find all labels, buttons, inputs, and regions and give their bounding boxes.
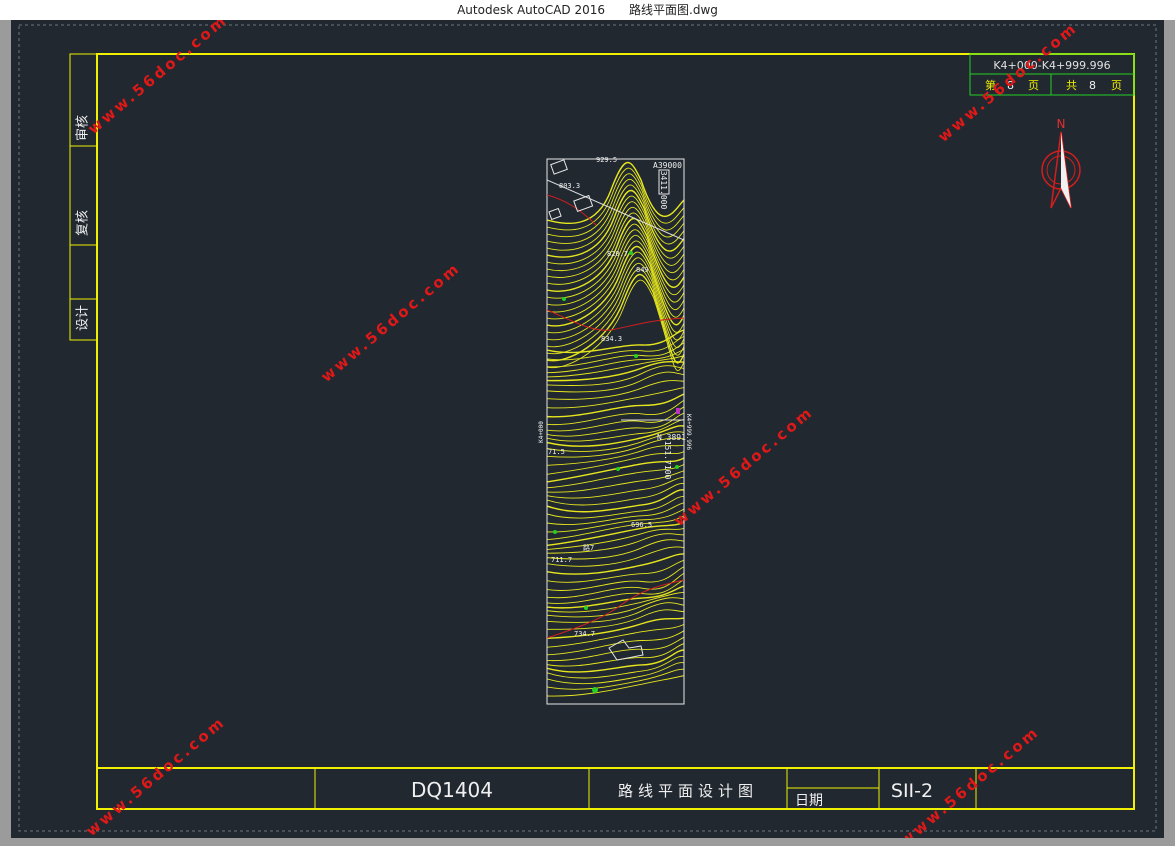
design-label: 设计 [76,305,91,331]
elevation-label: 849 [636,266,649,274]
elevation-label: 734.7 [574,630,595,638]
elevation-label: 71.5 [548,448,565,456]
date-label: 日期 [795,793,823,809]
point-label: 路7 [583,543,594,552]
elevation-label: 711.7 [551,556,572,564]
drawing-title: 路线平面设计图 [618,782,758,800]
contour-map [547,162,684,697]
station-start-label: K4+000 [538,421,545,443]
drawing-viewport[interactable]: 审核 复核 设计 K4+000-K4+999.996 第 8 页 共 8 页 N… [11,20,1164,838]
window-title: Autodesk AutoCAD 2016 路线平面图.dwg [457,3,718,17]
elevation-label: 834.3 [601,335,622,343]
total-prefix: 共 [1066,79,1077,92]
station-end-label: K4+999.996 [685,414,692,451]
drawing-code: DQ1404 [411,778,493,802]
north-label: N [1057,117,1066,131]
watermark-text: www.56doc.com [84,20,231,138]
coordinate-label-rotated: 151.7100 [663,441,672,480]
total-number: 8 [1089,79,1096,92]
marker-magenta [676,408,680,414]
window-title-bar: Autodesk AutoCAD 2016 路线平面图.dwg [0,0,1175,20]
coordinate-label-rotated: 3411.000 [659,171,668,210]
coordinate-label: A39000 [653,161,682,170]
page-unit: 页 [1028,79,1039,92]
sheet-number: SII-2 [891,780,933,802]
north-arrow-icon: N [1041,117,1081,209]
side-sign-panel [69,53,98,341]
elevation-label: 696.5 [631,521,652,529]
total-unit: 页 [1111,79,1122,92]
drawing-frame [96,53,1135,810]
elevation-label: 929.5 [596,156,617,164]
elevation-label: 803.3 [559,182,580,190]
recheck-label: 复核 [76,210,91,236]
cad-drawing[interactable]: 审核 复核 设计 K4+000-K4+999.996 第 8 页 共 8 页 N… [11,20,1164,838]
watermark-text: www.56doc.com [82,712,229,838]
watermark-text: www.56doc.com [317,258,464,385]
elevation-label: 820.7 [607,250,628,258]
